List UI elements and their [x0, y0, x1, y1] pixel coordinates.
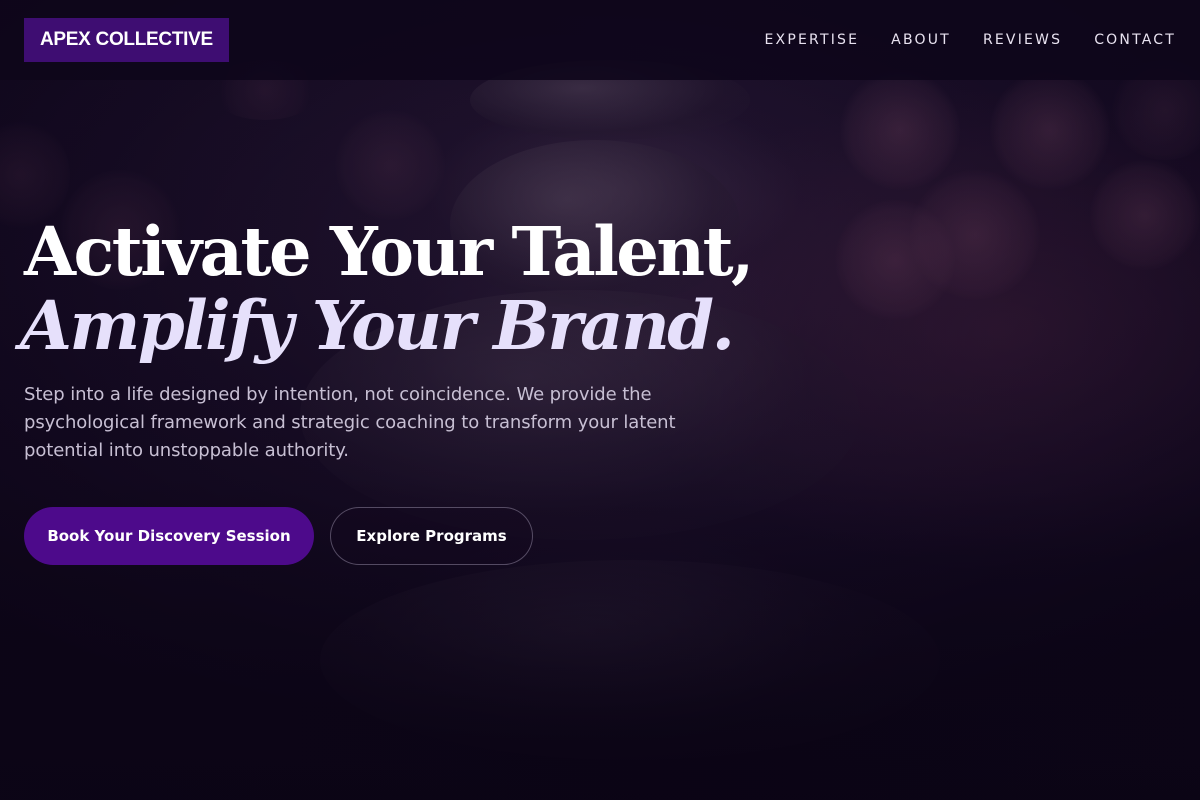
hero-section: Activate Your Talent, Amplify Your Brand… [20, 212, 754, 565]
nav-link-about[interactable]: ABOUT [891, 32, 951, 48]
site-header: APEX COLLECTIVE EXPERTISE ABOUT REVIEWS … [0, 0, 1200, 80]
headline-line-1: Activate Your Talent, [24, 212, 754, 291]
brand-logo[interactable]: APEX COLLECTIVE [24, 18, 229, 62]
nav-link-reviews[interactable]: REVIEWS [983, 32, 1062, 48]
hero-headline: Activate Your Talent, Amplify Your Brand… [20, 212, 754, 363]
main-nav: EXPERTISE ABOUT REVIEWS CONTACT [765, 32, 1176, 48]
cta-group: Book Your Discovery Session Explore Prog… [24, 507, 752, 565]
hero-subtitle: Step into a life designed by intention, … [24, 384, 676, 461]
explore-programs-button[interactable]: Explore Programs [330, 507, 533, 565]
nav-link-expertise[interactable]: EXPERTISE [765, 32, 860, 48]
book-discovery-session-button[interactable]: Book Your Discovery Session [24, 507, 314, 565]
headline-line-2: Amplify Your Brand. [20, 286, 735, 365]
nav-link-contact[interactable]: CONTACT [1094, 32, 1176, 48]
